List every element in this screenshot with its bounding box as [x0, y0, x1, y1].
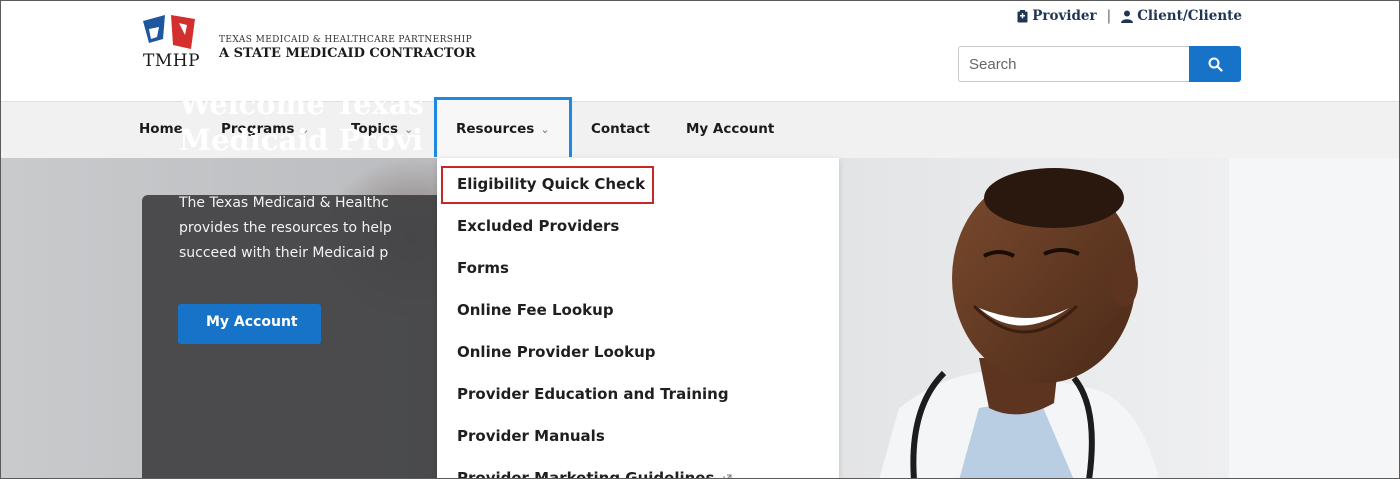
hero-title-line2: Medicaid Provi: [179, 123, 423, 157]
nav-contact-label: Contact: [591, 121, 650, 137]
nav-my-account[interactable]: My Account: [686, 101, 774, 157]
provider-icon: [1017, 9, 1028, 22]
nav-my-account-label: My Account: [686, 121, 775, 137]
search-input[interactable]: [958, 46, 1189, 82]
search-box: [958, 46, 1241, 82]
dropdown-item-forms[interactable]: Forms: [457, 259, 509, 277]
brand-tagline: TEXAS MEDICAID & HEALTHCARE PARTNERSHIP …: [219, 35, 476, 61]
search-icon: [1208, 57, 1223, 72]
dropdown-item-excluded-providers[interactable]: Excluded Providers: [457, 217, 619, 235]
nav-home[interactable]: Home: [139, 101, 183, 157]
nav-home-label: Home: [139, 121, 183, 137]
dropdown-item-online-fee-lookup[interactable]: Online Fee Lookup: [457, 301, 614, 319]
hero-desc-line2: provides the resources to help: [179, 220, 392, 236]
highlight-box: [441, 166, 654, 204]
hero-desc-line3: succeed with their Medicaid p: [179, 245, 389, 261]
provider-link-label: Provider: [1032, 8, 1097, 24]
my-account-button[interactable]: My Account: [178, 304, 321, 344]
hero-description: The Texas Medicaid & Healthc provides th…: [179, 191, 441, 266]
link-separator: |: [1106, 8, 1112, 24]
dropdown-item-provider-manuals[interactable]: Provider Manuals: [457, 427, 605, 445]
chevron-down-icon: ⌄: [540, 122, 550, 136]
browser-viewport: TMHP TEXAS MEDICAID & HEALTHCARE PARTNER…: [0, 0, 1400, 479]
dropdown-item-provider-marketing-guidelines[interactable]: Provider Marketing Guidelines: [457, 469, 732, 479]
dropdown-item-provider-education-training[interactable]: Provider Education and Training: [457, 385, 729, 403]
logo-text[interactable]: TMHP: [143, 51, 200, 71]
resources-dropdown-menu: Eligibility Quick Check Excluded Provide…: [437, 158, 839, 479]
dropdown-item-label: Provider Marketing Guidelines: [457, 469, 715, 479]
hero-desc-line1: The Texas Medicaid & Healthc: [179, 195, 389, 211]
contractor-label: A STATE MEDICAID CONTRACTOR: [219, 46, 476, 61]
partnership-name: TEXAS MEDICAID & HEALTHCARE PARTNERSHIP: [219, 35, 473, 45]
audience-links: Provider | Client/Cliente: [1017, 8, 1242, 24]
search-button[interactable]: [1189, 46, 1241, 82]
doctor-photo: [839, 158, 1399, 478]
provider-link[interactable]: Provider: [1017, 8, 1097, 24]
external-link-icon: [723, 474, 732, 478]
client-link[interactable]: Client/Cliente: [1121, 8, 1242, 24]
client-link-label: Client/Cliente: [1137, 8, 1242, 24]
person-icon: [1121, 10, 1134, 23]
nav-contact[interactable]: Contact: [591, 101, 650, 157]
hero-title-line1: Welcome Texas: [179, 87, 425, 121]
hero-title: Welcome Texas Medicaid Provi: [179, 86, 479, 158]
dropdown-item-online-provider-lookup[interactable]: Online Provider Lookup: [457, 343, 656, 361]
